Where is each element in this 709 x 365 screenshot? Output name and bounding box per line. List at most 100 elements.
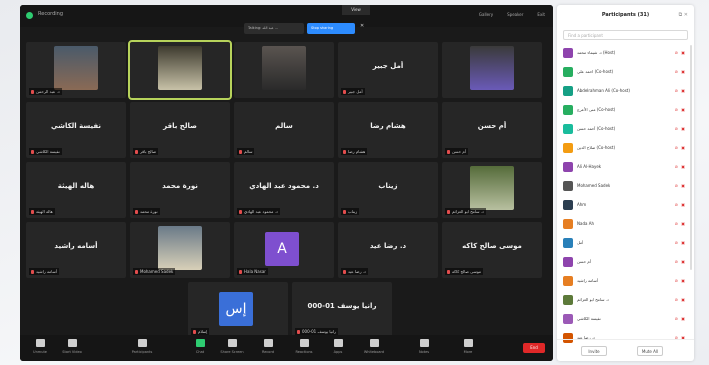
- participant-search-input[interactable]: Find a participant: [563, 30, 688, 40]
- more-button[interactable]: More: [456, 339, 480, 354]
- end-meeting-button[interactable]: End: [523, 343, 545, 353]
- muted-mic-icon: [31, 150, 34, 154]
- avatar: إس: [219, 292, 253, 326]
- whiteboard-icon: [369, 339, 379, 347]
- video-tile[interactable]: د. محمود عبد الهادي د. محمود عبد الهادي: [234, 162, 334, 218]
- video-tile[interactable]: نفيسة الكاشي نفيسة الكاشي: [26, 102, 126, 158]
- video-tile[interactable]: نورة محمد نورة محمد: [130, 162, 230, 218]
- video-tile[interactable]: هاله الهيثة هاله الهيثة: [26, 162, 126, 218]
- participant-name-label: أسامه راشيد: [29, 268, 59, 275]
- muted-mic-icon: [343, 270, 346, 274]
- participants-button[interactable]: Participants: [130, 339, 154, 354]
- video-tile[interactable]: صالح باقر صالح باقر: [130, 102, 230, 158]
- participant-display-name: هشام رضا: [370, 122, 406, 130]
- muted-status-icon: ⊘ ▣: [674, 240, 686, 245]
- record-icon: [263, 339, 273, 347]
- top-right-controls: Gallery Speaker Exit: [479, 12, 545, 17]
- gallery-view-button[interactable]: Gallery: [479, 12, 493, 17]
- video-tile[interactable]: زيناب زيناب: [338, 162, 438, 218]
- video-camera-button[interactable]: Start Video: [60, 339, 84, 354]
- stop-sharing-button[interactable]: Stop sharing: [307, 23, 355, 34]
- scrollbar[interactable]: [690, 45, 692, 270]
- muted-mic-icon: [135, 210, 138, 214]
- participant-video: [470, 166, 514, 210]
- participant-row[interactable]: أمل ⊘ ▣: [563, 237, 688, 249]
- participant-row[interactable]: أسامه راشيد ⊘ ▣: [563, 275, 688, 287]
- participant-name-label: سالم: [237, 148, 255, 155]
- participant-display-name: د. محمود عبد الهادي: [249, 182, 319, 190]
- participant-row[interactable]: صلاح الدين (Co-host) ⊘ ▣: [563, 142, 688, 154]
- toolbar-label: Start Video: [62, 350, 82, 354]
- participant-display-name: هاله الهيثة: [57, 182, 95, 190]
- avatar: [563, 67, 573, 77]
- participant-row[interactable]: أحمد حسن (Co-host) ⊘ ▣: [563, 123, 688, 135]
- close-icon[interactable]: ✕: [360, 23, 364, 29]
- mic-button[interactable]: Unmute: [28, 339, 52, 354]
- muted-status-icon: ⊘ ▣: [674, 50, 686, 55]
- video-tile[interactable]: موسى صالح كاكه موسى صالح كاكه: [442, 222, 542, 278]
- reactions-button[interactable]: Reactions: [292, 339, 316, 354]
- notes-button[interactable]: Notes: [412, 339, 436, 354]
- share-screen-icon: [227, 339, 237, 347]
- video-tile[interactable]: [442, 42, 542, 98]
- participant-display-name: د. رضا عيد: [369, 242, 407, 250]
- view-button[interactable]: View: [342, 5, 370, 15]
- mute-all-button[interactable]: Mute All: [637, 346, 663, 356]
- avatar: [563, 238, 573, 248]
- whiteboard-button[interactable]: Whiteboard: [362, 339, 386, 354]
- participant-row[interactable]: نفيسة الكاشي ⊘ ▣: [563, 313, 688, 325]
- exit-fullscreen-button[interactable]: Exit: [537, 12, 545, 17]
- video-tile[interactable]: [128, 40, 232, 100]
- participant-row[interactable]: د. سامح ابو العزائم ⊘ ▣: [563, 294, 688, 306]
- video-tile[interactable]: أم حسن أم حسن: [442, 102, 542, 158]
- video-tile[interactable]: A Hala Nasar: [234, 222, 334, 278]
- participant-display-name: موسى صالح كاكه: [462, 242, 522, 250]
- toolbar-label: Share Screen: [220, 350, 244, 354]
- participant-display-name: زيناب: [378, 182, 398, 190]
- participant-row[interactable]: Mohamed Sadek ⊘ ▣: [563, 180, 688, 192]
- participant-row[interactable]: Ahm ⊘ ▣: [563, 199, 688, 211]
- participant-name-label: د. سامح ابو العزائم: [445, 208, 486, 215]
- video-tile[interactable]: أمل جبير أمل جبير: [338, 42, 438, 98]
- participant-row[interactable]: د. شيماء محمد (Host) ⊘ ▣: [563, 47, 688, 59]
- participant-name: Abdelrahman Ali (Co-host): [577, 88, 630, 93]
- participant-name-label: هاله الهيثة: [29, 208, 55, 215]
- video-tile[interactable]: إس إسلام: [188, 282, 288, 338]
- participant-row[interactable]: Ali Al-Hayek ⊘ ▣: [563, 161, 688, 173]
- participant-row[interactable]: Nada Ah ⊘ ▣: [563, 218, 688, 230]
- apps-button[interactable]: Apps: [326, 339, 350, 354]
- participant-row[interactable]: Abdelrahman Ali (Co-host) ⊘ ▣: [563, 85, 688, 97]
- participant-video: [158, 46, 202, 90]
- participant-name-label: د. عبد الرحمن: [29, 88, 62, 95]
- participant-name-label: نفيسة الكاشي: [29, 148, 62, 155]
- participant-row[interactable]: منى الأعرج (Co-host) ⊘ ▣: [563, 104, 688, 116]
- window-title: Recording: [38, 11, 64, 17]
- participant-row[interactable]: أم حسن ⊘ ▣: [563, 256, 688, 268]
- participant-name-label: أم حسن: [445, 148, 468, 155]
- video-tile[interactable]: هشام رضا هشام رضا: [338, 102, 438, 158]
- participant-row[interactable]: احمد علي (Co-host) ⊘ ▣: [563, 66, 688, 78]
- participant-name: أسامه راشيد: [577, 278, 598, 283]
- video-tile[interactable]: د. سامح ابو العزائم: [442, 162, 542, 218]
- participant-video: [262, 46, 306, 90]
- video-tile[interactable]: د. رضا عيد د. رضا عيد: [338, 222, 438, 278]
- video-tile[interactable]: سالم سالم: [234, 102, 334, 158]
- video-tile[interactable]: د. عبد الرحمن: [26, 42, 126, 98]
- share-screen-button[interactable]: Share Screen: [220, 339, 244, 354]
- speaker-view-button[interactable]: Speaker: [507, 12, 523, 17]
- chat-button[interactable]: Chat: [188, 339, 212, 354]
- video-tile[interactable]: [234, 42, 334, 98]
- zoom-meeting-window: Recording View Gallery Speaker Exit Talk…: [20, 5, 553, 361]
- record-button[interactable]: Record: [256, 339, 280, 354]
- muted-status-icon: ⊘ ▣: [674, 278, 686, 283]
- video-tile[interactable]: رانيا يوسف 01-000 رانيا يوسف 01-000: [292, 282, 392, 338]
- muted-mic-icon: [31, 90, 34, 94]
- video-tile[interactable]: أسامه راشيد أسامه راشيد: [26, 222, 126, 278]
- pop-out-icon[interactable]: ⧉ ✕: [679, 12, 688, 18]
- invite-button[interactable]: Invite: [581, 346, 607, 356]
- participant-name: Ali Al-Hayek: [577, 164, 602, 169]
- panel-title: Participants (31): [601, 12, 650, 18]
- video-tile[interactable]: Mohamed Sadek: [130, 222, 230, 278]
- participant-display-name: أمل جبير: [372, 62, 404, 70]
- muted-status-icon: ⊘ ▣: [674, 107, 686, 112]
